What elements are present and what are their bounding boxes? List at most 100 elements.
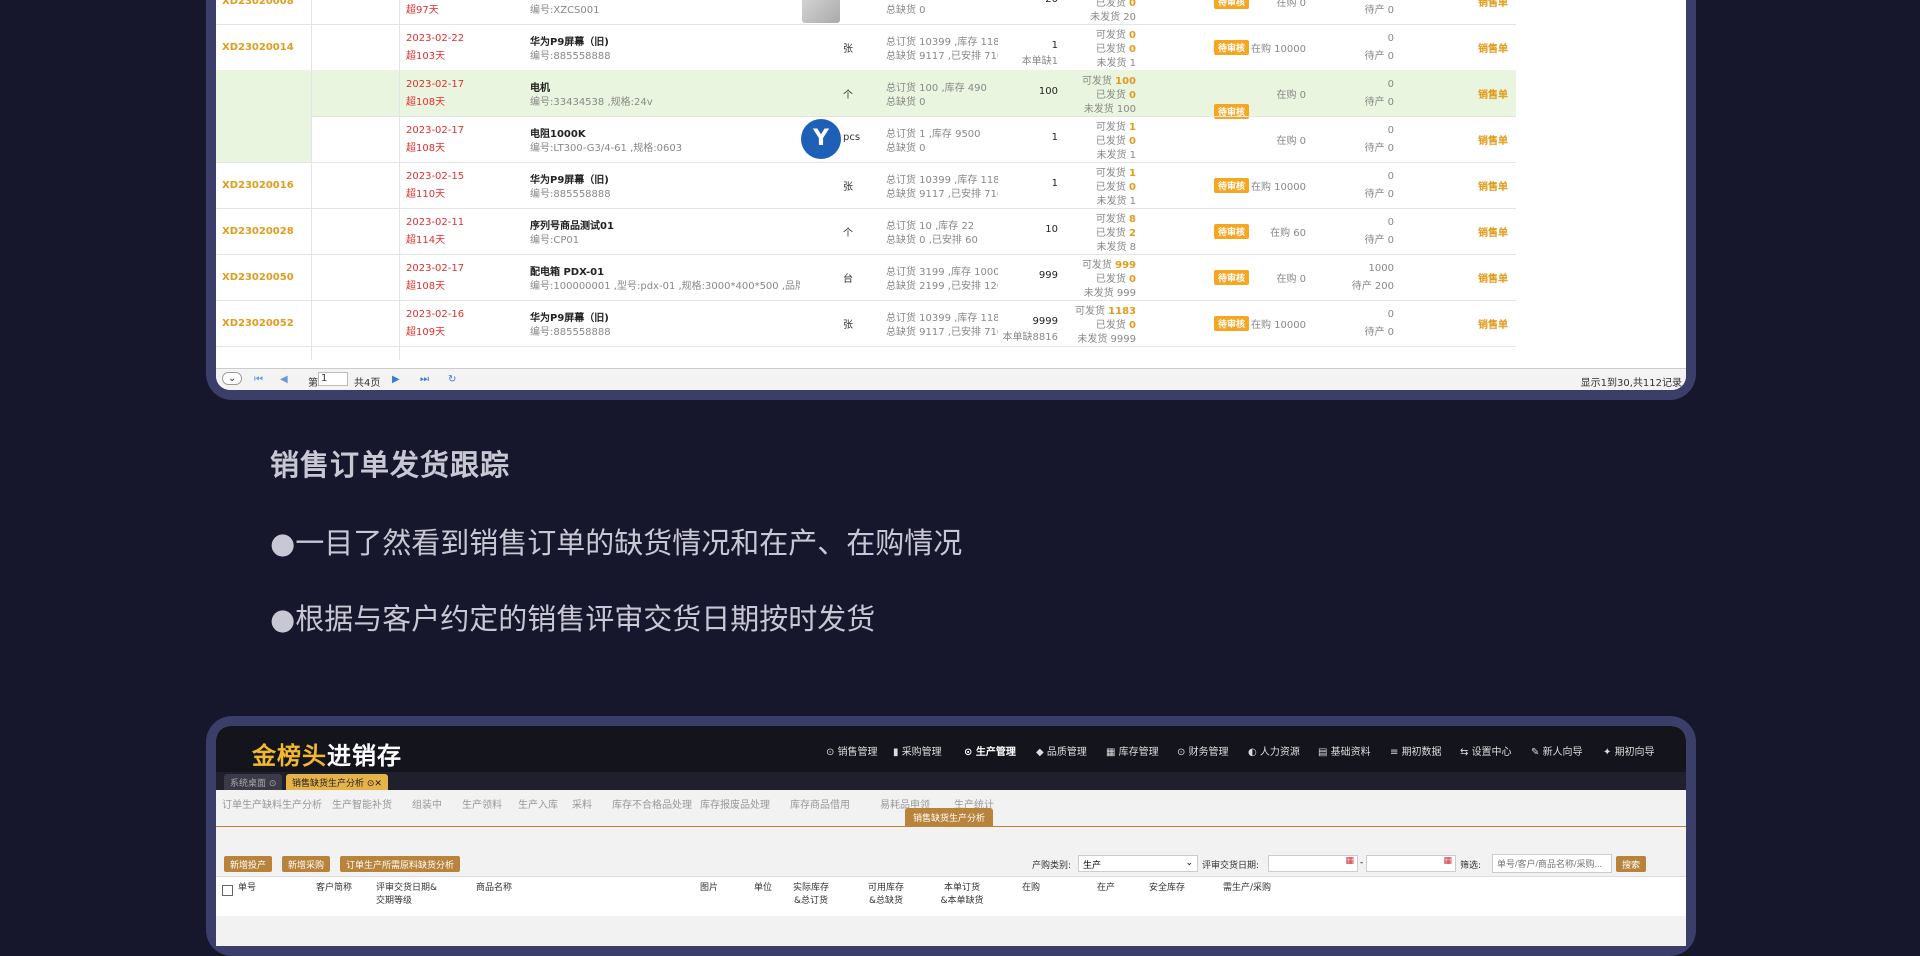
table-row[interactable]: XD23020052 2023-02-16 超109天 华为P9屏幕（旧) 编号:885… [216,300,1516,346]
nav-icon: ≡ [1390,747,1402,758]
product-name: 华为P9屏幕（旧) [530,313,609,324]
not-shipped: 未发货 1 [1096,58,1136,69]
submenu-item[interactable]: 生产领料 [462,796,502,811]
order-id-link[interactable]: XD23020016 [222,180,294,191]
unit: 张 [843,320,853,331]
can-ship: 可发货 999 [1081,260,1136,271]
refresh-icon[interactable]: ↻ [448,374,456,385]
app-screen: 金榜头进销存 ⊙ 销售管理 ▮ 采购管理 ⊙ 生产管理 ◆ 品质管理 ▦ 库存管理 ⊙ 财… [216,726,1686,946]
nav-item[interactable]: ≡ 期初数据 [1390,743,1442,758]
column-header[interactable]: 商品名称 [476,880,546,893]
tab-shortage-analysis[interactable]: 销售缺货生产分析 ⊙✕ [286,774,388,790]
order-type-link[interactable]: 销售单 [1478,86,1508,101]
can-ship: 可发货 1 [1095,122,1136,133]
column-header[interactable]: 在产 [1091,880,1121,893]
nav-item[interactable]: ✎ 新人向导 [1531,743,1583,758]
tab-desktop[interactable]: 系统桌面 ⊙ [224,774,283,790]
nav-item[interactable]: ▮ 采购管理 [893,743,942,758]
nav-label: 财务管理 [1188,747,1229,758]
product-name: 电机 [530,83,550,94]
nav-icon: ⊙ [964,747,976,758]
first-page-icon[interactable]: ⏮ [254,374,263,385]
page-number-input[interactable]: 1 [318,372,348,386]
nav-icon: ▮ [893,747,902,758]
nav-item[interactable]: ✦ 期初向导 [1603,743,1655,758]
order-id-link[interactable]: XD23020008 [222,0,294,7]
column-header[interactable]: 需生产/采购 [1212,880,1282,893]
search-button[interactable]: 搜索 [1616,856,1647,872]
not-shipped: 未发货 9999 [1077,334,1136,345]
table-row[interactable]: XD23020014 2023-02-22 超103天 华为P9屏幕（旧) 编号:885… [216,24,1516,70]
order-id-link[interactable]: XD23020014 [222,42,294,53]
table-row[interactable]: XD230200082023-02-28超97天新增测试编号:XZCS001总订… [216,0,1516,24]
order-qty: 100 [1038,86,1058,97]
page-size-select[interactable]: ⌄ [222,372,243,385]
column-header[interactable]: 可用库存 &总缺货 [856,880,916,906]
column-header[interactable]: 单位 [748,880,778,893]
order-shortage: 总缺货 0 [886,97,926,108]
date-to-input[interactable]: ▦ [1366,855,1456,872]
order-type-link[interactable]: 销售单 [1478,40,1508,55]
nav-item[interactable]: ⊙ 销售管理 [826,743,878,758]
table-row[interactable]: 2023-02-17 超108天 电阻1000K 编号:LT300-G3/4-61 ,… [216,116,1516,162]
table-row[interactable]: XD23020028 2023-02-11 超114天 序列号商品测试01 编号:CP0… [216,208,1516,254]
column-header[interactable]: 实际库存 &总订货 [781,880,841,906]
last-page-icon[interactable]: ⏭ [420,374,429,385]
nav-item[interactable]: ◐ 人力资源 [1248,743,1300,758]
column-header[interactable]: 安全库存 [1142,880,1192,893]
product-name: 华为P9屏幕（旧) [530,37,609,48]
submenu-item[interactable]: 订单生产缺料生产分析 [222,796,322,811]
nav-item[interactable]: ⇆ 设置中心 [1460,743,1512,758]
search-input[interactable] [1492,854,1612,873]
product-image-logo: Y [801,119,841,159]
table-row[interactable]: XD23020050 2023-02-17 超108天 配电箱 PDX-01 编号:10… [216,254,1516,300]
column-header[interactable]: 单号 [238,880,268,893]
type-select[interactable]: 生产 ⌄ [1078,855,1198,872]
order-type-link[interactable]: 销售单 [1478,0,1508,9]
select-all-checkbox[interactable] [222,885,233,896]
nav-label: 采购管理 [901,747,942,758]
order-type-link[interactable]: 销售单 [1478,224,1508,239]
submenu-item[interactable]: 采料 [572,796,592,811]
new-purchase-button[interactable]: 新增采购 [282,856,331,872]
submenu-item[interactable]: 生产入库 [518,796,558,811]
column-header[interactable]: 本单订货 &本单缺货 [922,880,1002,906]
prev-page-icon[interactable]: ◀ [280,374,288,385]
product-code: 编号:885558888 [530,327,611,338]
date-from-input[interactable]: ▦ [1268,855,1358,872]
submenu-item[interactable]: 组装中 [412,796,442,811]
order-id-link[interactable]: XD23020052 [222,318,294,329]
submenu-item[interactable]: 库存报废品处理 [700,796,770,811]
nav-item[interactable]: ⊙ 生产管理 [964,743,1016,758]
order-type-link[interactable]: 销售单 [1478,316,1508,331]
order-id-link[interactable]: XD23020028 [222,226,294,237]
calendar-icon[interactable]: ▦ [1443,856,1452,866]
nav-item[interactable]: ◆ 品质管理 [1036,743,1087,758]
calendar-icon[interactable]: ▦ [1345,856,1354,866]
nav-item[interactable]: ▦ 库存管理 [1106,743,1159,758]
not-shipped: 未发货 999 [1083,288,1136,299]
column-header[interactable]: 在购 [1016,880,1046,893]
order-type-link[interactable]: 销售单 [1478,178,1508,193]
column-header[interactable]: 客户简称 [316,880,366,893]
order-id-link[interactable]: XD23020050 [222,272,294,283]
nav-item[interactable]: ▤ 基础资料 [1318,743,1371,758]
nav-item[interactable]: ⊙ 财务管理 [1177,743,1229,758]
order-type-link[interactable]: 销售单 [1478,132,1508,147]
new-production-button[interactable]: 新增投产 [224,856,273,872]
producing: 0 [1387,125,1394,136]
submenu-item[interactable]: 生产智能补货 [332,796,392,811]
nav-label: 基础资料 [1330,747,1371,758]
order-type-link[interactable]: 销售单 [1478,270,1508,285]
table-row[interactable]: XD23020016 2023-02-15 超110天 华为P9屏幕（旧) 编号:885… [216,162,1516,208]
nav-icon: ▤ [1318,747,1331,758]
submenu-item[interactable]: 库存不合格品处理 [612,796,692,811]
column-header[interactable]: 图片 [694,880,724,893]
next-page-icon[interactable]: ▶ [392,374,400,385]
material-shortage-button[interactable]: 订单生产所需原料缺货分析 [340,856,461,872]
table-row[interactable]: XD230200152023-02-17超108天电机编号:33434538 ,… [216,70,1516,137]
nav-label: 人力资源 [1259,747,1300,758]
submenu-item[interactable]: 库存商品借用 [790,796,850,811]
column-header[interactable]: 评审交货日期& 交期等级 [376,880,446,906]
subtab-active[interactable]: 销售缺货生产分析 [905,808,994,826]
